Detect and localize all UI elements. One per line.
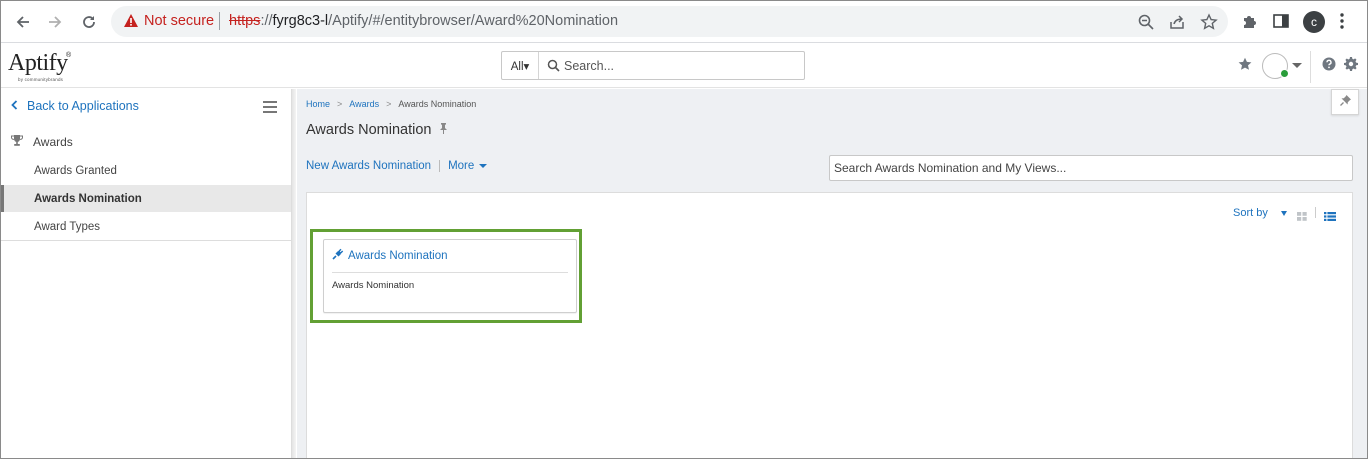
aptify-logo[interactable]: Aptify ® by communitybrands (8, 50, 72, 84)
sidebar-divider (1, 240, 291, 241)
sidebar-group-label: Awards (33, 135, 73, 149)
bookmark-star-icon[interactable] (1200, 13, 1218, 31)
more-dropdown[interactable]: More (448, 160, 488, 172)
sidebar-item-awards-granted[interactable]: Awards Granted (1, 157, 291, 184)
view-card-title[interactable]: Awards Nomination (332, 248, 448, 263)
breadcrumb-separator: > (386, 99, 392, 109)
back-to-applications-link[interactable]: Back to Applications (11, 99, 139, 113)
action-bar: New Awards Nomination More (306, 160, 488, 172)
browser-toolbar: Not secure https://fyrg8c3-l/Aptify/#/en… (1, 1, 1367, 43)
sidebar: Back to Applications Awards Awards Grant… (1, 89, 296, 458)
logo-subtitle: by communitybrands (18, 77, 64, 82)
warning-triangle-icon[interactable] (123, 13, 139, 33)
security-label[interactable]: Not secure (144, 13, 214, 29)
sort-by-label: Sort by (1233, 207, 1268, 219)
user-menu-caret-icon[interactable] (1292, 63, 1302, 68)
global-search: All▾ (501, 51, 805, 80)
list-view-icon[interactable] (1324, 208, 1336, 226)
view-search-box (829, 155, 1353, 181)
logo-trademark: ® (66, 52, 72, 59)
url-host: fyrg8c3-l (272, 13, 329, 29)
sidebar-item-awards-nomination[interactable]: Awards Nomination (1, 185, 291, 212)
view-card[interactable]: Awards Nomination Awards Nomination (323, 239, 577, 313)
address-divider (219, 12, 220, 30)
pushpin-icon (1339, 93, 1351, 111)
url-text[interactable]: https://fyrg8c3-l/Aptify/#/entitybrowser… (229, 13, 618, 29)
more-label: More (448, 160, 475, 172)
breadcrumb-awards[interactable]: Awards (349, 99, 379, 109)
share-icon[interactable] (1168, 13, 1186, 31)
main-content: Home > Awards > Awards Nomination Awards… (297, 89, 1367, 458)
page-title-text: Awards Nomination (306, 122, 432, 138)
reload-icon[interactable] (77, 10, 101, 34)
forward-arrow-icon[interactable] (43, 10, 67, 34)
address-bar[interactable]: Not secure https://fyrg8c3-l/Aptify/#/en… (111, 6, 1228, 37)
caret-down-icon (479, 163, 488, 168)
header-divider (1310, 51, 1311, 83)
card-divider (332, 272, 568, 273)
back-link-label: Back to Applications (27, 99, 139, 113)
sidebar-group-awards: Awards (11, 135, 73, 149)
chevron-left-icon (11, 99, 18, 113)
page-title: Awards Nomination (306, 122, 448, 138)
breadcrumb-separator: > (337, 99, 343, 109)
url-separator: :// (260, 13, 273, 29)
online-status-dot (1280, 69, 1289, 78)
views-panel: Sort by Awards Nomination Awards Nominat… (306, 192, 1353, 458)
screen: Not secure https://fyrg8c3-l/Aptify/#/en… (0, 0, 1368, 459)
extensions-puzzle-icon[interactable] (1241, 12, 1259, 35)
new-awards-nomination-link[interactable]: New Awards Nomination (306, 160, 431, 172)
plug-icon (332, 248, 344, 263)
trophy-icon (11, 135, 23, 149)
favorites-star-icon[interactable] (1238, 57, 1252, 76)
side-panel-icon[interactable] (1272, 12, 1290, 35)
url-protocol: https (229, 13, 261, 29)
pin-panel-button[interactable] (1331, 89, 1359, 115)
action-divider (439, 160, 441, 172)
logo-name: Aptify (8, 50, 68, 76)
back-arrow-icon[interactable] (11, 10, 35, 34)
view-card-title-text: Awards Nomination (348, 249, 448, 262)
sidebar-item-award-types[interactable]: Award Types (1, 213, 291, 240)
grid-view-icon[interactable] (1297, 208, 1307, 226)
view-toggle-divider (1315, 207, 1316, 218)
hamburger-menu-icon[interactable] (263, 100, 277, 118)
help-icon[interactable] (1322, 57, 1336, 76)
breadcrumb: Home > Awards > Awards Nomination (306, 99, 476, 109)
profile-avatar[interactable]: c (1303, 11, 1325, 33)
gear-icon[interactable] (1344, 57, 1358, 76)
search-icon (547, 59, 560, 77)
view-card-description: Awards Nomination (332, 280, 415, 291)
sort-by-dropdown[interactable]: Sort by (1233, 207, 1287, 219)
breadcrumb-home[interactable]: Home (306, 99, 330, 109)
pin-icon[interactable] (439, 122, 448, 138)
global-search-input[interactable] (564, 56, 794, 75)
app-header: Aptify ® by communitybrands All▾ (1, 44, 1367, 88)
zoom-icon[interactable] (1137, 13, 1155, 31)
highlight-box: Awards Nomination Awards Nomination (310, 229, 582, 323)
sort-caret-icon (1280, 210, 1287, 216)
sidebar-shadow (292, 89, 296, 458)
browser-menu-kebab-icon[interactable] (1339, 12, 1345, 35)
user-avatar[interactable] (1262, 53, 1289, 79)
search-scope-dropdown[interactable]: All▾ (502, 52, 539, 79)
breadcrumb-current: Awards Nomination (398, 99, 477, 109)
view-search-input[interactable] (830, 156, 1352, 180)
url-path: /Aptify/#/entitybrowser/Award%20Nominati… (328, 13, 619, 29)
